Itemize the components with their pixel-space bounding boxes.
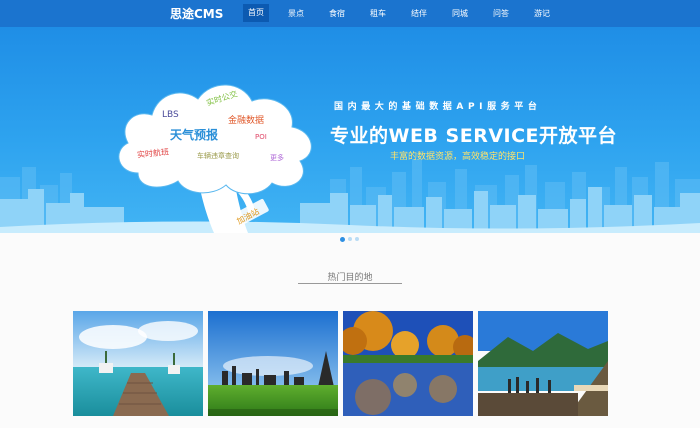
nav-item-car-rental[interactable]: 租车 <box>364 0 392 27</box>
nav-item-local[interactable]: 同城 <box>446 0 474 27</box>
cloud-word-lbs: LBS <box>162 110 179 120</box>
banner-title: 专业的WEB SERVICE开放平台 <box>330 125 618 147</box>
nav-menu: 首页 景点 食宿 租车 结伴 同城 问答 游记 <box>243 0 569 27</box>
carousel-dot-1[interactable] <box>340 236 345 242</box>
banner-headline: 国内最大的基础数据API服务平台 <box>334 102 542 112</box>
cloud-word-more: 更多 <box>270 154 284 162</box>
carousel-dots <box>340 236 362 242</box>
cloud-word-weather: 天气预报 <box>170 128 219 142</box>
destination-gallery <box>73 311 609 416</box>
city-meadow-photo[interactable] <box>208 311 338 416</box>
cloud-word-violation: 车辆违章查询 <box>197 152 239 160</box>
nav-item-home[interactable]: 首页 <box>243 4 269 22</box>
section-divider <box>298 283 402 284</box>
beach-pier-photo[interactable] <box>73 311 203 416</box>
mountain-lake-photo[interactable] <box>478 311 608 416</box>
top-navbar: 思途CMS 首页 景点 食宿 租车 结伴 同城 问答 游记 <box>0 0 700 27</box>
autumn-lake-photo[interactable] <box>343 311 473 416</box>
brand-logo[interactable]: 思途CMS <box>170 5 223 22</box>
carousel-dot-2[interactable] <box>348 237 352 241</box>
nav-item-companions[interactable]: 结伴 <box>405 0 433 27</box>
cloud-word-finance: 金融数据 <box>228 116 265 126</box>
cloud-word-poi: POI <box>255 133 267 141</box>
nav-item-lodging[interactable]: 食宿 <box>323 0 351 27</box>
nav-item-qa[interactable]: 问答 <box>487 0 515 27</box>
nav-item-travelogue[interactable]: 游记 <box>528 0 556 27</box>
nav-item-attractions[interactable]: 景点 <box>282 0 310 27</box>
banner-subtitle: 丰富的数据资源，高效稳定的接口 <box>390 152 526 162</box>
hero-banner[interactable]: 实时公交 LBS 金融数据 天气预报 POI 实时航班 车辆违章查询 更多 加油… <box>0 27 700 233</box>
carousel-dot-3[interactable] <box>355 237 359 241</box>
section-title: 热门目的地 <box>327 273 373 283</box>
